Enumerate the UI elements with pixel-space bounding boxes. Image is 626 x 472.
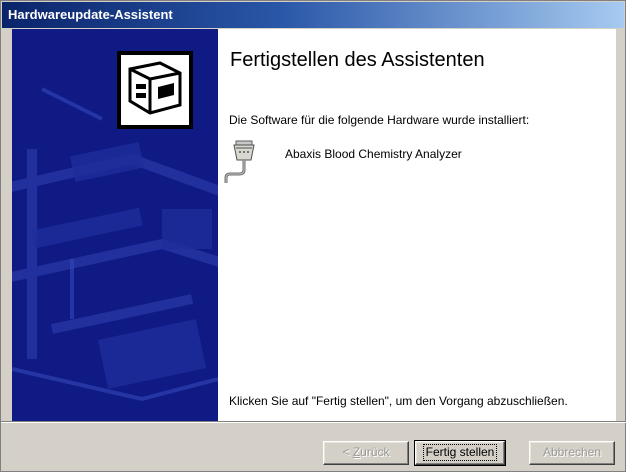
description-text: Die Software für die folgende Hardware w… bbox=[229, 113, 530, 127]
back-button-rest: urück bbox=[360, 445, 390, 459]
back-button[interactable]: < Zurück bbox=[323, 441, 409, 465]
content-panel: Fertigstellen des Assistenten Die Softwa… bbox=[218, 29, 616, 421]
device-name: Abaxis Blood Chemistry Analyzer bbox=[285, 147, 462, 161]
hardware-wizard-logo bbox=[117, 51, 193, 129]
cancel-button[interactable]: Abbrechen bbox=[529, 441, 615, 465]
serial-port-icon bbox=[224, 140, 255, 183]
page-heading: Fertigstellen des Assistenten bbox=[230, 49, 485, 71]
window-title: Hardwareupdate-Assistent bbox=[8, 7, 173, 22]
finish-hint-text: Klicken Sie auf "Fertig stellen", um den… bbox=[229, 394, 568, 408]
finish-button-label: Fertig stellen bbox=[422, 444, 498, 461]
title-bar[interactable]: Hardwareupdate-Assistent bbox=[2, 2, 624, 28]
banner-artwork bbox=[12, 51, 218, 402]
cancel-button-label: Abbrechen bbox=[542, 445, 602, 459]
finish-button[interactable]: Fertig stellen bbox=[414, 440, 506, 466]
wizard-window: Hardwareupdate-Assistent Fertigstellen d… bbox=[0, 0, 626, 472]
wizard-banner bbox=[12, 29, 218, 421]
back-button-prefix: < bbox=[342, 445, 353, 459]
button-separator-highlight bbox=[1, 422, 626, 423]
